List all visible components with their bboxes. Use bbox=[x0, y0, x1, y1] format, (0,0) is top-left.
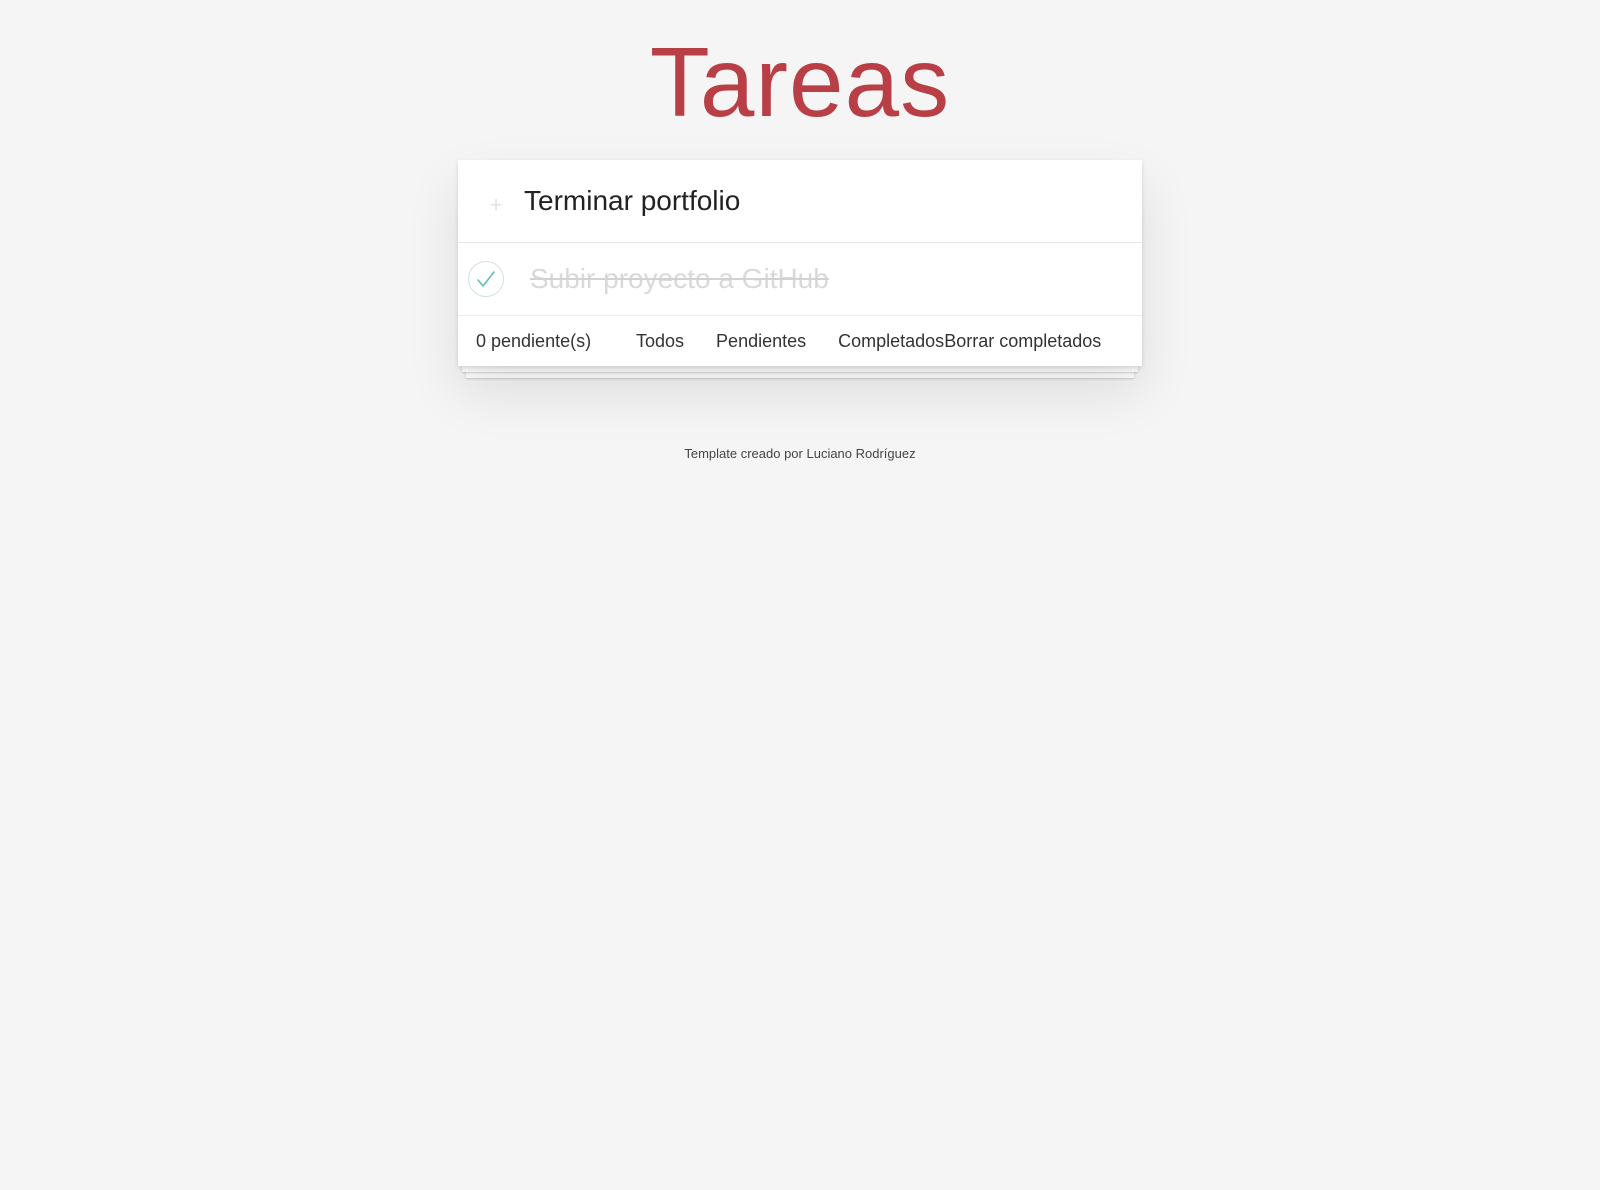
page-title: Tareas bbox=[649, 27, 951, 137]
new-todo-input[interactable] bbox=[524, 171, 1142, 231]
pending-count: 0 pendiente(s) bbox=[476, 330, 592, 351]
filter-all[interactable]: Todos bbox=[636, 331, 684, 352]
todo-item-label[interactable]: Subir proyecto a GitHub bbox=[530, 263, 829, 295]
filter-active[interactable]: Pendientes bbox=[716, 331, 806, 352]
todo-footer: 0 pendiente(s) Todos Pendientes Completa… bbox=[458, 316, 1142, 366]
new-todo-row: + bbox=[458, 160, 1142, 243]
todo-app: + Subir proyecto a GitHub 0 pendiente(s)… bbox=[458, 160, 1142, 378]
filter-completed[interactable]: Completados bbox=[838, 331, 944, 352]
todo-card: + Subir proyecto a GitHub 0 pendiente(s)… bbox=[458, 160, 1142, 366]
footer-credit: Template creado por Luciano Rodríguez bbox=[684, 446, 916, 461]
clear-completed-button[interactable]: Borrar completados bbox=[944, 331, 1101, 352]
checkmark-icon[interactable] bbox=[468, 261, 504, 297]
todo-item: Subir proyecto a GitHub bbox=[458, 243, 1142, 316]
plus-icon[interactable]: + bbox=[468, 160, 524, 242]
